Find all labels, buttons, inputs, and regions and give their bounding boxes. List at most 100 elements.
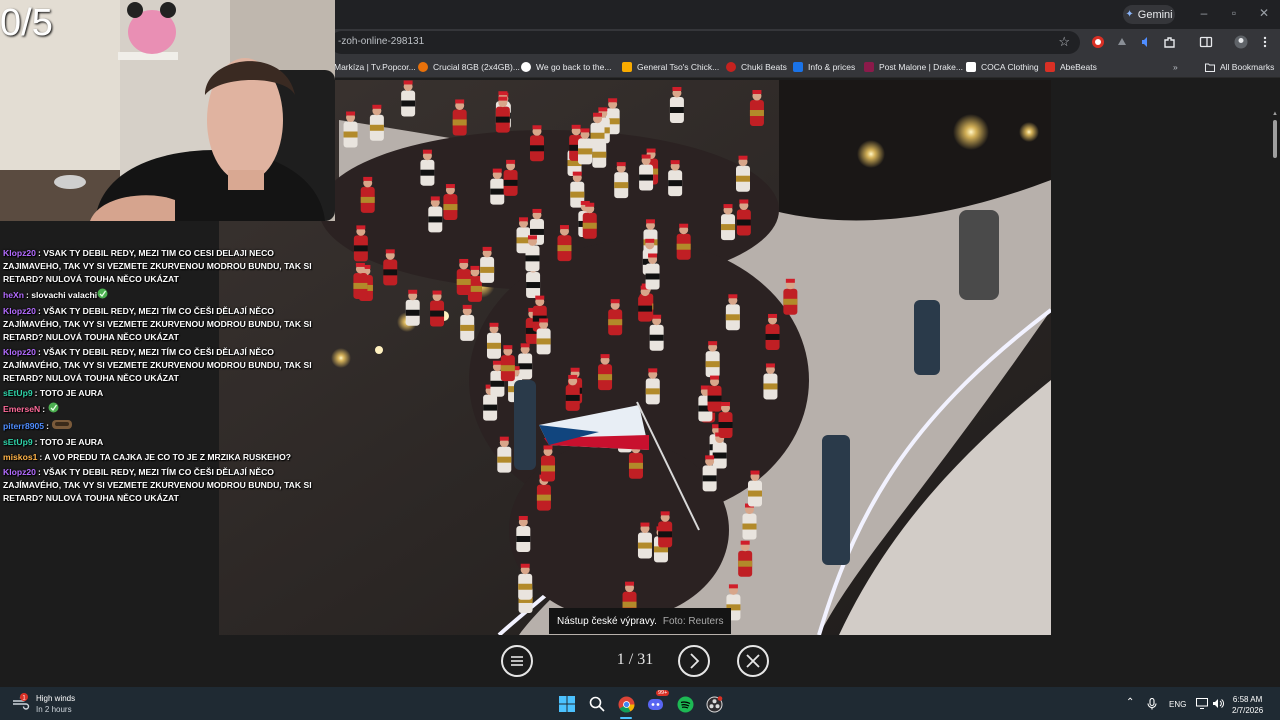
minimize-icon[interactable]: – <box>1194 6 1214 20</box>
chrome-icon <box>618 696 634 712</box>
chat-username[interactable]: Klopz20 <box>3 467 36 477</box>
next-photo-button[interactable] <box>678 645 710 677</box>
caption-text: Nástup české výpravy. <box>557 615 657 627</box>
chat-message: EmerseN: <box>0 401 335 418</box>
chat-message: heXn: slovachi valachi <box>0 287 335 304</box>
screen: ✦ Gemini – ▫ ✕ -zoh-online-298131 ☆ Mark… <box>0 0 1280 720</box>
chat-overlay: Klopz20: VSAK TY DEBIL REDY, MEZI TIM CO… <box>0 246 335 506</box>
clock-time: 6:58 AM <box>1232 695 1263 704</box>
audio-extension-icon[interactable] <box>1139 35 1153 49</box>
gemini-label: Gemini <box>1137 8 1173 21</box>
chat-text: VSAK TY DEBIL REDY, MEZI TIM CO CESI DEL… <box>3 248 312 284</box>
discord-icon <box>647 698 663 710</box>
chat-message: Klopz20: VŠAK TY DEBIL REDY, MEZI TÍM CO… <box>0 465 335 506</box>
chat-username[interactable]: miskos1 <box>3 452 37 462</box>
bookmark-favicon-icon <box>793 62 803 72</box>
overlay-counter: 0/5 <box>0 2 53 44</box>
brown-emote-icon <box>51 419 73 434</box>
bookmark-star-icon[interactable]: ☆ <box>1058 34 1070 50</box>
chat-username[interactable]: sEtUp9 <box>3 437 33 447</box>
address-bar[interactable]: -zoh-online-298131 ☆ <box>330 31 1080 54</box>
language-indicator[interactable]: ENG <box>1169 700 1186 709</box>
chrome-taskbar-app[interactable] <box>617 695 635 713</box>
chevron-right-icon <box>690 653 700 669</box>
system-clock[interactable]: 6:58 AM 2/7/2026 <box>1232 694 1263 716</box>
side-panel-icon[interactable] <box>1199 35 1213 49</box>
bookmark-favicon-icon <box>726 62 736 72</box>
volume-icon[interactable] <box>1212 698 1224 709</box>
bookmark-item[interactable]: Markíza | Tv.Popcor... <box>334 61 416 73</box>
active-app-indicator <box>620 717 632 719</box>
bookmark-item[interactable]: Chuki Beats <box>726 61 787 73</box>
chat-text: A VO PREDU TA CAJKA JE CO TO JE Z MRZIKA… <box>44 452 292 462</box>
extensions-icon[interactable] <box>1163 35 1177 49</box>
folder-icon <box>1205 63 1215 72</box>
weather-widget[interactable]: 1 High winds In 2 hours <box>12 693 75 715</box>
chat-message: sEtUp9: TOTO JE AURA <box>0 386 335 401</box>
bookmark-favicon-icon <box>622 62 632 72</box>
bookmark-favicon-icon <box>1045 62 1055 72</box>
gallery-menu-button[interactable] <box>501 645 533 677</box>
bookmark-item[interactable]: Post Malone | Drake... <box>864 61 963 73</box>
bookmark-favicon-icon <box>864 62 874 72</box>
windows-taskbar: 1 High winds In 2 hours 99+ ⌃ ENG 6:58 A… <box>0 687 1280 720</box>
spotify-taskbar-app[interactable] <box>676 695 694 713</box>
obs-taskbar-app[interactable] <box>705 695 723 713</box>
network-icon[interactable] <box>1196 698 1208 709</box>
extension-puzzle-small-icon[interactable] <box>1115 35 1129 49</box>
bookmark-item[interactable]: We go back to the... <box>521 61 611 73</box>
all-bookmarks-button[interactable]: All Bookmarks <box>1205 61 1274 73</box>
chat-username[interactable]: heXn <box>3 290 24 300</box>
chat-message: Klopz20: VSAK TY DEBIL REDY, MEZI TIM CO… <box>0 246 335 287</box>
chat-username[interactable]: sEtUp9 <box>3 388 33 398</box>
browser-menu-icon[interactable] <box>1258 35 1272 49</box>
weather-title: High winds <box>36 694 76 703</box>
spotify-icon <box>677 696 693 712</box>
chat-username[interactable]: Klopz20 <box>3 248 36 258</box>
bookmark-item[interactable]: COCA Clothing <box>966 61 1039 73</box>
google-favicon-icon <box>521 62 531 72</box>
start-button[interactable] <box>558 695 576 713</box>
bookmark-item[interactable]: Info & prices <box>793 61 855 73</box>
profile-avatar-icon[interactable] <box>1234 35 1248 49</box>
photo-credit: Foto: Reuters <box>662 615 724 627</box>
chat-message: sEtUp9: TOTO JE AURA <box>0 435 335 450</box>
weather-subtitle: In 2 hours <box>36 705 72 714</box>
chat-username[interactable]: Klopz20 <box>3 347 36 357</box>
chat-username[interactable]: Klopz20 <box>3 306 36 316</box>
gemini-button[interactable]: ✦ Gemini <box>1123 5 1175 24</box>
chat-message: miskos1: A VO PREDU TA CAJKA JE CO TO JE… <box>0 450 335 465</box>
bookmark-favicon-icon <box>418 62 428 72</box>
bookmarks-overflow-icon[interactable]: » <box>1173 61 1178 73</box>
olympic-parade-photo <box>219 80 1051 635</box>
wind-warning-icon: 1 <box>13 693 30 710</box>
adblock-extension-icon[interactable] <box>1091 35 1105 49</box>
scroll-thumb[interactable] <box>1273 120 1277 158</box>
bookmark-item[interactable]: Crucial 8GB (2x4GB)... <box>418 61 520 73</box>
bookmark-favicon-icon <box>966 62 976 72</box>
photo-caption: Nástup české výpravy. Foto: Reuters <box>549 608 732 634</box>
tray-overflow-icon[interactable]: ⌃ <box>1126 697 1134 708</box>
scroll-up-icon[interactable]: ▲ <box>1272 111 1278 117</box>
green-emote-icon <box>97 288 108 303</box>
page-scrollbar[interactable]: ▲ <box>1270 78 1280 687</box>
chat-text: VŠAK TY DEBIL REDY, MEZI TÍM CO ČEŠI DĚL… <box>3 306 312 342</box>
search-button[interactable] <box>588 695 606 713</box>
bookmark-item[interactable]: General Tso's Chick... <box>622 61 719 73</box>
chat-username[interactable]: piterr8905 <box>3 421 44 431</box>
chat-text: VŠAK TY DEBIL REDY, MEZI TÍM CO ČEŠI DĚL… <box>3 347 312 383</box>
close-gallery-button[interactable] <box>737 645 769 677</box>
url-text: -zoh-online-298131 <box>338 36 425 47</box>
windows-logo-icon <box>559 696 575 712</box>
microphone-icon[interactable] <box>1147 698 1157 710</box>
discord-unread-badge: 99+ <box>656 690 670 696</box>
maximize-icon[interactable]: ▫ <box>1224 6 1244 20</box>
close-window-icon[interactable]: ✕ <box>1254 6 1274 20</box>
discord-taskbar-app[interactable]: 99+ <box>646 690 670 713</box>
chat-username[interactable]: EmerseN <box>3 404 40 414</box>
bookmark-item[interactable]: AbeBeats <box>1045 61 1097 73</box>
clock-date: 2/7/2026 <box>1232 706 1264 715</box>
chat-text: VŠAK TY DEBIL REDY, MEZI TÍM CO ČEŠI DĚL… <box>3 467 312 503</box>
chat-text: slovachi valachi <box>31 289 98 300</box>
gemini-spark-icon: ✦ <box>1125 9 1134 20</box>
